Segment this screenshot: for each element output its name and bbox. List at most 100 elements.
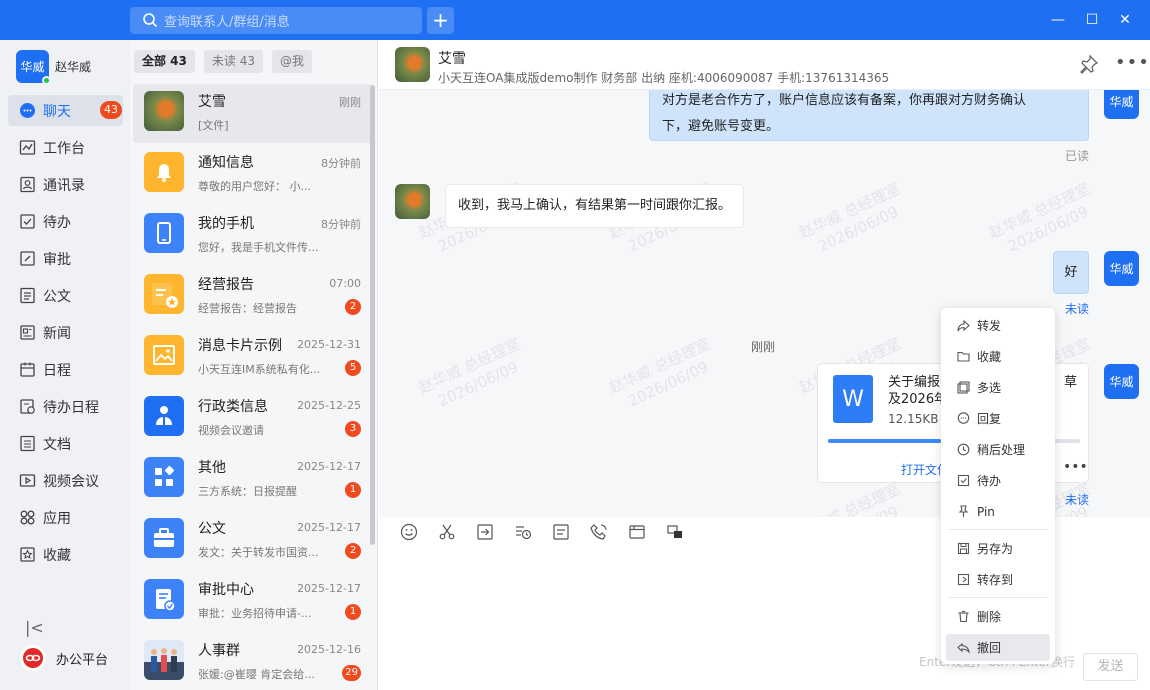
conversation-title: 人事群 — [198, 643, 240, 659]
menu-item-favorite[interactable]: 收藏 — [946, 343, 1050, 370]
menu-item-later[interactable]: 稍后处理 — [946, 436, 1050, 463]
nav-item-workbench[interactable]: 工作台 — [8, 132, 123, 163]
avatar[interactable] — [395, 47, 430, 82]
title-bar: 查询联系人/群组/消息 + — ☐ ✕ — [0, 0, 1150, 40]
menu-item-save-as[interactable]: 另存为 — [946, 535, 1050, 562]
tab-unread[interactable]: 未读 43 — [203, 50, 263, 73]
history-icon[interactable] — [514, 523, 532, 541]
menu-item-todo[interactable]: 待办 — [946, 467, 1050, 494]
nav-item-docs[interactable]: 文档 — [8, 428, 123, 459]
grid-apps-icon — [144, 457, 184, 497]
unread-badge: 5 — [345, 360, 361, 376]
conversation-item[interactable]: 经营报告 07:00 经营报告：经营报告 2 — [133, 267, 373, 326]
scissors-icon[interactable] — [438, 523, 456, 541]
avatar[interactable]: 华威 — [1104, 364, 1139, 399]
nav-item-label: 聊天 — [43, 103, 71, 120]
conversation-item[interactable]: 艾雪 刚刚 [文件] — [133, 84, 373, 143]
nav-item-approval[interactable]: 审批 — [8, 243, 123, 274]
nav-item-todo[interactable]: 待办 — [8, 206, 123, 237]
avatar[interactable] — [395, 184, 430, 219]
menu-item-recall[interactable]: 撤回 — [946, 634, 1050, 661]
menu-divider — [949, 529, 1047, 530]
send-button[interactable]: 发送 — [1083, 653, 1138, 681]
chat-title: 艾雪 — [438, 51, 466, 67]
message-bubble-received[interactable]: 收到，我马上确认，有结果第一时间跟你汇报。 — [445, 184, 745, 228]
star-icon — [20, 547, 35, 562]
menu-divider — [949, 597, 1047, 598]
avatar-text: 华威 — [1109, 262, 1134, 276]
conversation-preview: 尊敬的用户您好： 小... — [198, 180, 311, 193]
briefcase-icon — [144, 518, 184, 558]
menu-item-multi-select[interactable]: 多选 — [946, 374, 1050, 401]
time-divider: 刚刚 — [751, 340, 776, 354]
menu-item-forward[interactable]: 转发 — [946, 312, 1050, 339]
conversation-preview: 经营报告：经营报告 — [198, 302, 297, 315]
maximize-button[interactable]: ☐ — [1082, 10, 1102, 30]
unread-badge: 3 — [345, 421, 361, 437]
menu-item-reply[interactable]: 回复 — [946, 405, 1050, 432]
nav-item-documents-official[interactable]: 公文 — [8, 280, 123, 311]
group-avatar — [144, 640, 184, 680]
nav-item-news[interactable]: 新闻 — [8, 317, 123, 348]
avatar[interactable]: 华威 — [1104, 90, 1139, 119]
conversation-item[interactable]: 我的手机 8分钟前 您好，我是手机文件传... — [133, 206, 373, 265]
avatar — [144, 91, 184, 131]
conversation-item[interactable]: 人事群 2025-12-16 张媛:@崔璎 肯定会给... 29 — [133, 633, 373, 690]
conversation-item[interactable]: 公文 2025-12-17 发文：关于转发市国资... 2 — [133, 511, 373, 570]
tab-all[interactable]: 全部 43 — [134, 50, 195, 73]
conversation-title: 消息卡片示例 — [198, 338, 282, 354]
file-more-button[interactable]: ••• — [1063, 459, 1088, 475]
pin-icon[interactable] — [1079, 54, 1099, 74]
message-text: 对方是老合作方了，账户信息应该有备案，你再跟对方财务确认 — [662, 93, 1027, 108]
nav-item-label: 审批 — [43, 251, 71, 268]
menu-item-pin[interactable]: Pin — [946, 498, 1050, 525]
scrollbar[interactable] — [370, 85, 375, 545]
nav-item-chat[interactable]: 聊天 43 — [8, 95, 123, 126]
unread-badge: 29 — [342, 665, 361, 681]
collapse-sidebar-icon[interactable]: |< — [25, 618, 44, 637]
close-button[interactable]: ✕ — [1115, 10, 1135, 30]
nav-item-contacts[interactable]: 通讯录 — [8, 169, 123, 200]
conversation-time: 2025-12-17 — [297, 521, 361, 534]
tab-mentions[interactable]: @我 — [271, 50, 312, 73]
nav-item-favorites[interactable]: 收藏 — [8, 539, 123, 570]
phone-call-icon[interactable] — [590, 523, 608, 541]
menu-item-transfer[interactable]: 转存到 — [946, 566, 1050, 593]
conversation-preview: 审批：业务招待申请-... — [198, 607, 312, 620]
nav-item-todo-calendar[interactable]: 待办日程 — [8, 391, 123, 422]
checkbox-icon — [20, 214, 35, 229]
add-button[interactable]: + — [427, 7, 454, 34]
forward-icon — [957, 319, 970, 332]
message-bubble-sent[interactable]: 对方是老合作方了，账户信息应该有备案，你再跟对方财务确认 下，避免账号变更。 — [649, 90, 1089, 141]
nav-item-label: 收藏 — [43, 547, 71, 564]
conversation-item[interactable]: 消息卡片示例 2025-12-31 小天互连IM系统私有化... 5 — [133, 328, 373, 387]
avatar-text: 华威 — [20, 60, 45, 74]
nav-item-calendar[interactable]: 日程 — [8, 354, 123, 385]
nav-item-apps[interactable]: 应用 — [8, 502, 123, 533]
notes-icon[interactable] — [552, 523, 570, 541]
more-options-icon[interactable]: ••• — [1115, 52, 1150, 73]
conversation-pane: 全部 43 未读 43 @我 艾雪 刚刚 [文件] 通知信息 8分钟前 尊敬的用… — [130, 40, 378, 690]
screen-share-icon[interactable] — [666, 523, 684, 541]
minimize-button[interactable]: — — [1048, 10, 1068, 30]
send-file-icon[interactable] — [476, 523, 494, 541]
avatar[interactable]: 华威 — [1104, 251, 1139, 286]
conversation-item[interactable]: 其他 2025-12-17 三方系统：日报提醒 1 — [133, 450, 373, 509]
conversation-item[interactable]: 行政类信息 2025-12-25 视频会议邀请 3 — [133, 389, 373, 448]
emoji-icon[interactable] — [400, 523, 418, 541]
menu-item-delete[interactable]: 删除 — [946, 603, 1050, 630]
user-profile[interactable]: 华威 赵华威 — [16, 50, 91, 85]
avatar[interactable]: 华威 — [16, 50, 51, 85]
nav-item-video-meeting[interactable]: 视频会议 — [8, 465, 123, 496]
conversation-item[interactable]: 通知信息 8分钟前 尊敬的用户您好： 小... — [133, 145, 373, 204]
conversation-preview: 视频会议邀请 — [198, 424, 264, 437]
message-bubble-sent[interactable]: 好 — [1053, 251, 1089, 294]
office-platform-button[interactable]: 办公平台 — [20, 645, 108, 671]
pin-icon — [958, 505, 969, 517]
window-icon[interactable] — [628, 523, 646, 541]
search-input[interactable]: 查询联系人/群组/消息 — [130, 7, 422, 34]
message-context-menu: 转发 收藏 多选 回复 稍后处理 待办 Pin 另存为 转存到 删除 撤回 — [941, 308, 1055, 664]
conversation-time: 8分钟前 — [321, 157, 361, 170]
nav-item-label: 应用 — [43, 510, 71, 527]
conversation-item[interactable]: 审批中心 2025-12-17 审批：业务招待申请-... 1 — [133, 572, 373, 631]
